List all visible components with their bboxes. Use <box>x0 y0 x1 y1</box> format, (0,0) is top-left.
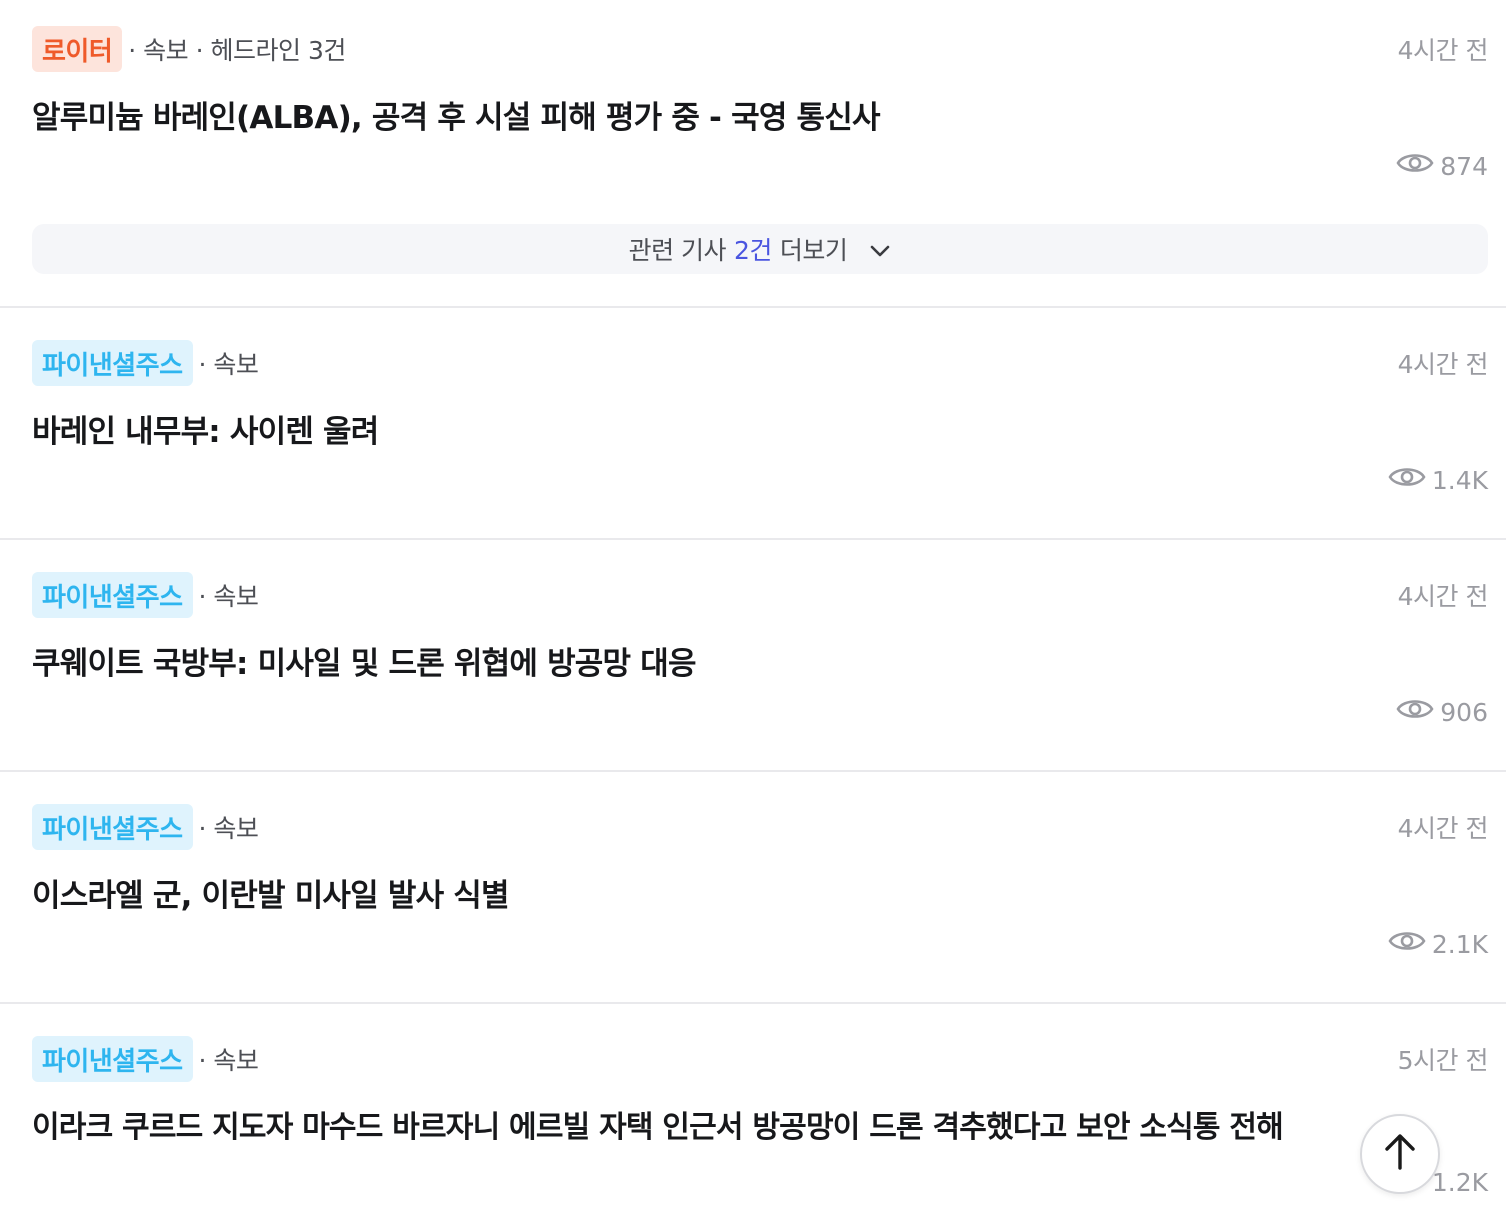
source-badge[interactable]: 파이낸셜주스 <box>32 572 193 618</box>
news-time: 5시간 전 <box>1397 1046 1489 1075</box>
source-badge[interactable]: 로이터 <box>32 26 123 72</box>
related-articles-button[interactable]: 관련 기사 2건 더보기 <box>32 224 1488 274</box>
news-card[interactable]: 파이낸셜주스 · 속보 4시간 전 바레인 내무부: 사이렌 울려 1.4K <box>0 314 1506 540</box>
news-meta-row: 파이낸셜주스 · 속보 5시간 전 <box>32 1036 1489 1082</box>
news-time: 4시간 전 <box>1397 582 1489 611</box>
view-count-value: 1.4K <box>1431 465 1488 495</box>
news-meta: · 속보 <box>198 1046 259 1075</box>
news-time: 4시간 전 <box>1397 36 1489 65</box>
news-card[interactable]: 파이낸셜주스 · 속보 5시간 전 이라크 쿠르드 지도자 마수드 바르자니 에… <box>0 1010 1506 1214</box>
news-headline[interactable]: 쿠웨이트 국방부: 미사일 및 드론 위협에 방공망 대응 <box>32 638 1386 683</box>
news-meta-row: 파이낸셜주스 · 속보 4시간 전 <box>32 340 1489 386</box>
news-headline[interactable]: 이스라엘 군, 이란발 미사일 발사 식별 <box>32 870 1386 915</box>
scroll-to-top-button[interactable] <box>1360 1114 1440 1194</box>
eye-icon <box>1396 150 1434 182</box>
news-meta: · 속보 · 헤드라인 3건 <box>128 36 346 65</box>
news-meta: · 속보 <box>198 582 259 611</box>
news-card[interactable]: 파이낸셜주스 · 속보 4시간 전 이스라엘 군, 이란발 미사일 발사 식별 … <box>0 778 1506 1004</box>
chevron-down-icon <box>855 235 891 264</box>
news-headline[interactable]: 바레인 내무부: 사이렌 울려 <box>32 406 1386 451</box>
view-count: 906 <box>1396 696 1488 728</box>
view-count-value: 1.2K <box>1431 1167 1488 1197</box>
view-count-value: 874 <box>1440 151 1488 181</box>
news-card[interactable]: 파이낸셜주스 · 속보 4시간 전 쿠웨이트 국방부: 미사일 및 드론 위협에… <box>0 546 1506 772</box>
news-meta: · 속보 <box>198 814 259 843</box>
eye-icon <box>1396 696 1434 728</box>
news-meta-row: 파이낸셜주스 · 속보 4시간 전 <box>32 572 1489 618</box>
news-headline[interactable]: 알루미늄 바레인(ALBA), 공격 후 시설 피해 평가 중 - 국영 통신사 <box>32 92 1386 137</box>
source-badge[interactable]: 파이낸셜주스 <box>32 1036 193 1082</box>
source-badge[interactable]: 파이낸셜주스 <box>32 804 193 850</box>
eye-icon <box>1388 928 1426 960</box>
news-feed: 로이터 · 속보 · 헤드라인 3건 4시간 전 알루미늄 바레인(ALBA),… <box>0 0 1506 1214</box>
arrow-up-icon <box>1382 1132 1418 1176</box>
news-meta-row: 파이낸셜주스 · 속보 4시간 전 <box>32 804 1489 850</box>
eye-icon <box>1388 464 1426 496</box>
news-time: 4시간 전 <box>1397 350 1489 379</box>
view-count-value: 906 <box>1440 697 1488 727</box>
source-badge[interactable]: 파이낸셜주스 <box>32 340 193 386</box>
news-time: 4시간 전 <box>1397 814 1489 843</box>
view-count: 2.1K <box>1388 928 1488 960</box>
view-count: 874 <box>1396 150 1488 182</box>
news-card[interactable]: 로이터 · 속보 · 헤드라인 3건 4시간 전 알루미늄 바레인(ALBA),… <box>0 0 1506 308</box>
news-headline[interactable]: 이라크 쿠르드 지도자 마수드 바르자니 에르빌 자택 인근서 방공망이 드론 … <box>32 1102 1366 1146</box>
news-meta: · 속보 <box>198 350 259 379</box>
related-count: 2건 <box>734 236 772 265</box>
news-meta-row: 로이터 · 속보 · 헤드라인 3건 4시간 전 <box>32 26 1489 72</box>
view-count-value: 2.1K <box>1431 929 1488 959</box>
view-count: 1.4K <box>1388 464 1488 496</box>
related-prefix: 관련 기사 <box>628 236 727 265</box>
related-suffix: 더보기 <box>779 236 848 265</box>
